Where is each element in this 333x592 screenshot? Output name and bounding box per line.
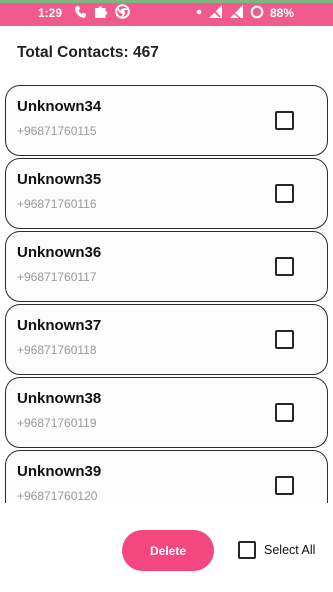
contact-phone: +96871760119 — [17, 416, 97, 430]
contact-card[interactable]: Unknown37 +96871760118 — [5, 304, 328, 375]
contact-card[interactable]: Unknown38 +96871760119 — [5, 377, 328, 448]
wifi-off-icon — [208, 4, 223, 19]
contact-phone: +96871760120 — [17, 489, 98, 503]
contact-phone: +96871760115 — [17, 124, 97, 138]
delete-button[interactable]: Delete — [122, 530, 214, 571]
contact-card[interactable]: Unknown35 +96871760116 — [5, 158, 328, 229]
status-bar: 1:29 88% — [0, 0, 333, 26]
select-all-label[interactable]: Select All — [264, 543, 315, 557]
contact-name: Unknown34 — [17, 98, 102, 115]
contact-phone: +96871760118 — [17, 343, 97, 357]
dot-icon — [196, 4, 202, 19]
puzzle-icon — [94, 4, 108, 19]
status-right-icons — [196, 4, 264, 19]
contact-name: Unknown38 — [17, 390, 102, 407]
contact-name: Unknown35 — [17, 171, 102, 188]
contact-card[interactable]: Unknown36 +96871760117 — [5, 231, 328, 302]
select-all-checkbox[interactable] — [238, 541, 256, 559]
contact-checkbox[interactable] — [275, 403, 294, 422]
contact-checkbox[interactable] — [275, 184, 294, 203]
contact-checkbox[interactable] — [275, 257, 294, 276]
contact-checkbox[interactable] — [275, 111, 294, 130]
contact-checkbox[interactable] — [275, 476, 294, 495]
contact-name: Unknown36 — [17, 244, 102, 261]
battery-icon — [250, 5, 264, 19]
phone-icon — [74, 5, 87, 19]
bottom-action-bar: Delete Select All — [0, 503, 333, 592]
contact-checkbox[interactable] — [275, 330, 294, 349]
status-time: 1:29 — [38, 6, 63, 20]
status-left-icons — [74, 4, 130, 19]
contact-name: Unknown37 — [17, 317, 102, 334]
battery-percent: 88% — [270, 6, 295, 20]
status-accent-line — [0, 0, 333, 3]
contacts-list[interactable]: Unknown34 +96871760115 Unknown35 +968717… — [0, 84, 333, 503]
contact-card[interactable]: Unknown34 +96871760115 — [5, 85, 328, 156]
contact-card[interactable]: Unknown39 +96871760120 — [5, 450, 328, 503]
contact-phone: +96871760116 — [17, 197, 97, 211]
contact-name: Unknown39 — [17, 463, 102, 480]
signal-off-icon — [229, 4, 244, 19]
chrome-icon — [115, 4, 130, 19]
contact-phone: +96871760117 — [17, 270, 97, 284]
total-contacts-header: Total Contacts: 467 — [17, 44, 159, 61]
